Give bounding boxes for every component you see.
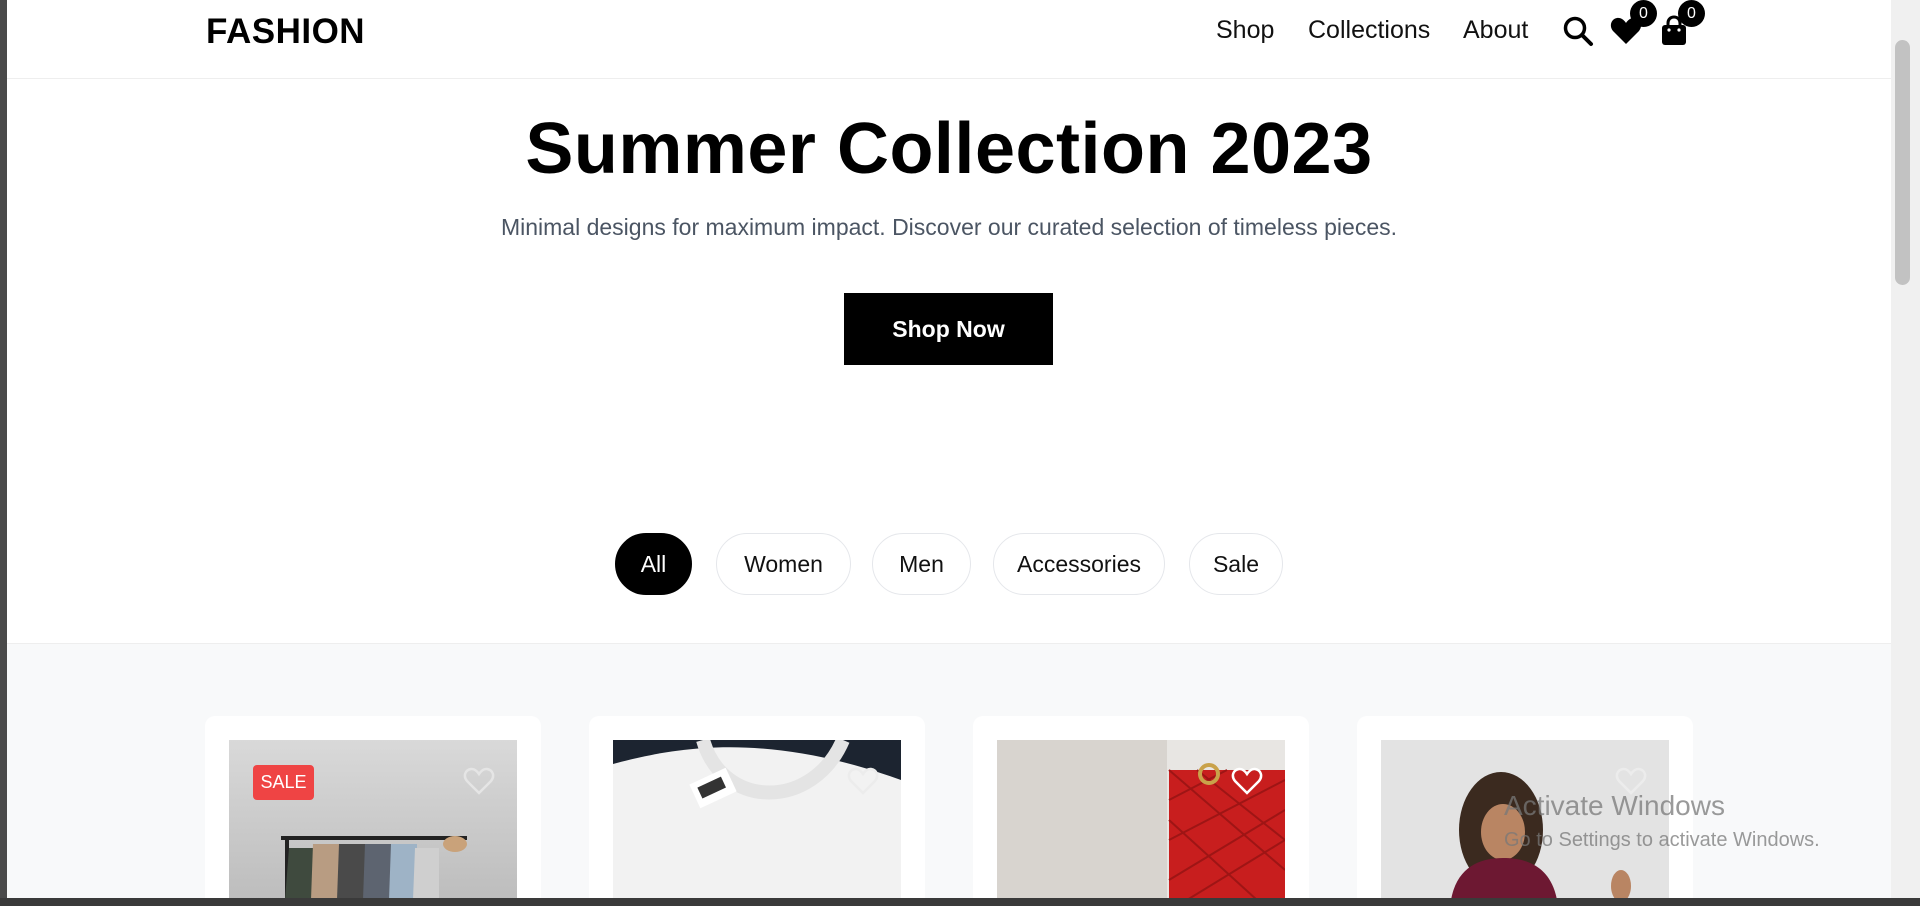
product-card[interactable]: [589, 716, 925, 898]
product-image-red-handbag[interactable]: [997, 740, 1285, 898]
logo[interactable]: FASHION: [206, 12, 365, 52]
wishlist-button[interactable]: 0: [1609, 0, 1657, 48]
page: FASHION Shop Collections About 0 0 Summe…: [7, 0, 1891, 898]
filter-all[interactable]: All: [615, 533, 692, 595]
filter-accessories[interactable]: Accessories: [993, 533, 1165, 595]
taskbar-edge: [0, 898, 1920, 906]
product-image-white-tshirt[interactable]: [613, 740, 901, 898]
filter-women[interactable]: Women: [716, 533, 851, 595]
wishlist-count-badge: 0: [1630, 0, 1657, 27]
heart-outline-icon[interactable]: [1231, 766, 1263, 796]
heart-outline-icon[interactable]: [463, 766, 495, 796]
nav-about[interactable]: About: [1463, 16, 1528, 45]
site-header: FASHION Shop Collections About 0 0: [7, 0, 1891, 79]
search-icon[interactable]: [1561, 14, 1595, 48]
product-grid: SALE: [7, 643, 1891, 898]
product-card[interactable]: SALE: [205, 716, 541, 898]
scrollbar-thumb[interactable]: [1895, 40, 1910, 285]
activate-windows-title: Activate Windows: [1504, 790, 1725, 821]
product-card[interactable]: [973, 716, 1309, 898]
filter-men[interactable]: Men: [872, 533, 971, 595]
hero-subtitle: Minimal designs for maximum impact. Disc…: [500, 214, 1398, 240]
vertical-scrollbar[interactable]: [1891, 0, 1920, 898]
cart-count-badge: 0: [1678, 0, 1705, 27]
category-filters: All Women Men Accessories Sale: [7, 533, 1891, 595]
hero-title: Summer Collection 2023: [525, 109, 1373, 189]
activate-windows-subtitle: Go to Settings to activate Windows.: [1504, 829, 1820, 851]
cart-button[interactable]: 0: [1657, 0, 1705, 48]
nav-collections[interactable]: Collections: [1308, 16, 1430, 45]
heart-outline-icon[interactable]: [847, 766, 879, 796]
sale-badge: SALE: [253, 765, 314, 800]
filter-sale[interactable]: Sale: [1189, 533, 1283, 595]
browser-frame: FASHION Shop Collections About 0 0 Summe…: [0, 0, 1920, 906]
product-image-clothing-rack[interactable]: [229, 740, 517, 898]
shop-now-button[interactable]: Shop Now: [844, 293, 1053, 365]
nav-shop[interactable]: Shop: [1216, 16, 1274, 45]
